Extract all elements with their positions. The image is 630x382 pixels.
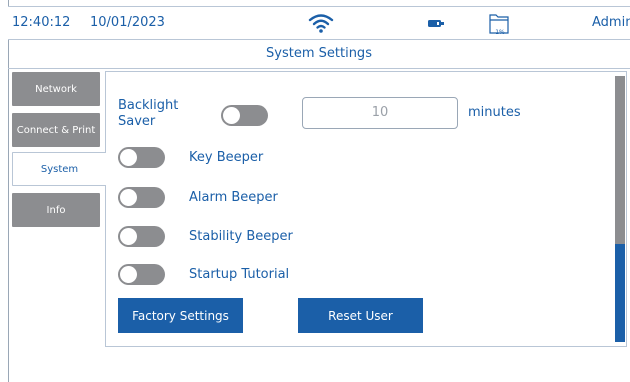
- scrollbar-track-upper[interactable]: [615, 76, 625, 244]
- page-title: System Settings: [266, 46, 372, 61]
- storage-percent: 1%: [495, 29, 505, 36]
- clock-time: 12:40:12: [12, 15, 71, 30]
- startup-tutorial-label: Startup Tutorial: [189, 267, 290, 282]
- battery-icon: [428, 20, 444, 27]
- backlight-saver-label-line2: Saver: [118, 114, 156, 129]
- title-divider: [8, 68, 630, 69]
- stability-beeper-label: Stability Beeper: [189, 229, 293, 244]
- key-beeper-label: Key Beeper: [189, 150, 264, 165]
- current-user[interactable]: Admin: [592, 15, 630, 30]
- backlight-saver-toggle[interactable]: [221, 105, 268, 126]
- minutes-unit-label: minutes: [468, 105, 521, 120]
- reset-user-button[interactable]: Reset User: [298, 298, 423, 333]
- backlight-minutes-input[interactable]: 10: [302, 97, 458, 129]
- factory-settings-button[interactable]: Factory Settings: [118, 298, 243, 333]
- tab-network[interactable]: Network: [12, 72, 100, 106]
- wifi-icon: [308, 14, 334, 33]
- alarm-beeper-toggle[interactable]: [118, 187, 165, 208]
- tab-system[interactable]: System: [12, 152, 106, 186]
- status-bar: 12:40:12 10/01/2023 1% Admin: [8, 6, 630, 40]
- backlight-saver-label-line1: Backlight: [118, 98, 179, 113]
- stability-beeper-toggle[interactable]: [118, 226, 165, 247]
- tab-info[interactable]: Info: [12, 193, 100, 227]
- toggle-knob: [120, 189, 137, 206]
- clock-date: 10/01/2023: [90, 15, 165, 30]
- toggle-knob: [223, 107, 240, 124]
- key-beeper-toggle[interactable]: [118, 147, 165, 168]
- toggle-knob: [120, 266, 137, 283]
- alarm-beeper-label: Alarm Beeper: [189, 190, 278, 205]
- startup-tutorial-toggle[interactable]: [118, 264, 165, 285]
- tab-connect-print[interactable]: Connect & Print: [12, 113, 100, 147]
- scrollbar-thumb[interactable]: [615, 244, 625, 342]
- toggle-knob: [120, 228, 137, 245]
- toggle-knob: [120, 149, 137, 166]
